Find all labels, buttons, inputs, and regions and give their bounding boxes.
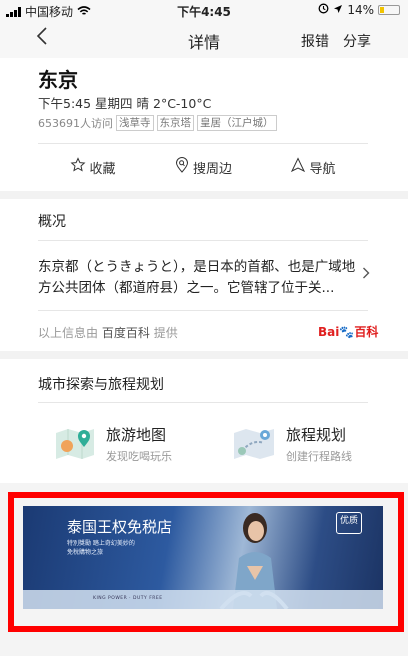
ad-headline: 泰国王权免税店 xyxy=(67,518,173,536)
section-gap xyxy=(0,191,408,199)
favorite-label: 收藏 xyxy=(89,161,116,177)
status-bar: 中国移动 下午4:45 14% xyxy=(0,0,408,20)
divider xyxy=(38,310,368,311)
place-tags: 653691人访问 浅草寺 东京塔 皇居（江户城） xyxy=(38,115,277,131)
tag-item[interactable]: 浅草寺 xyxy=(116,115,154,131)
travel-map-subtitle: 发现吃喝玩乐 xyxy=(106,450,172,463)
route-plan-subtitle: 创建行程路线 xyxy=(286,450,352,463)
overview-text[interactable]: 东京都（とうきょうと），是日本的首都、也是广域地方公共团体（都道府县）之一。它管… xyxy=(38,257,356,299)
weather-info: 下午5:45 星期四 晴 2°C-10°C xyxy=(38,96,212,111)
route-plan-entry[interactable]: 旅程规划 创建行程路线 xyxy=(230,421,352,467)
route-plan-icon xyxy=(230,421,278,467)
source-suffix: 提供 xyxy=(153,326,178,340)
divider xyxy=(38,240,368,241)
tag-item[interactable]: 东京塔 xyxy=(156,115,194,131)
location-search-icon xyxy=(174,157,190,177)
alarm-icon xyxy=(318,3,329,17)
logo-text-a: Bai xyxy=(318,325,340,339)
ad-quality-badge: 优质 xyxy=(336,512,362,534)
travel-map-entry[interactable]: 旅游地图 发现吃喝玩乐 xyxy=(52,421,172,467)
tag-item[interactable]: 皇居（江户城） xyxy=(197,115,277,131)
overview-title: 概况 xyxy=(38,214,66,230)
favorite-button[interactable]: 收藏 xyxy=(38,150,148,184)
ad-footer-text: KING POWER · DUTY FREE xyxy=(93,596,163,601)
source-note: 以上信息由 百度百科 提供 xyxy=(38,324,178,341)
travel-map-icon xyxy=(52,421,98,467)
share-button[interactable]: 分享 xyxy=(343,31,371,51)
divider xyxy=(38,402,368,403)
ad-subtitle-1: 特別獎勵 踏上奇幻美妙的 xyxy=(67,540,135,547)
explore-title: 城市探索与旅程规划 xyxy=(38,377,164,393)
source-name[interactable]: 百度百科 xyxy=(102,326,150,340)
travel-map-text: 旅游地图 发现吃喝玩乐 xyxy=(106,424,172,464)
status-right: 14% xyxy=(318,3,400,17)
source-prefix: 以上信息由 xyxy=(38,326,99,340)
search-nearby-label: 搜周边 xyxy=(192,161,232,177)
logo-text-b: 百科 xyxy=(354,325,379,339)
travel-map-title: 旅游地图 xyxy=(106,426,167,444)
navigate-icon xyxy=(290,157,306,177)
battery-icon xyxy=(378,5,400,15)
divider xyxy=(38,143,368,144)
route-plan-title: 旅程规划 xyxy=(286,426,347,444)
location-arrow-icon xyxy=(333,3,343,17)
ad-banner[interactable]: 泰国王权免税店 特別獎勵 踏上奇幻美妙的 免稅購物之旅 优质 KING POWE… xyxy=(23,506,383,609)
report-button[interactable]: 报错 xyxy=(301,31,329,51)
ad-subtitle-2: 免稅購物之旅 xyxy=(67,549,104,556)
section-gap xyxy=(0,351,408,359)
navigate-button[interactable]: 导航 xyxy=(258,150,368,184)
chevron-right-icon[interactable] xyxy=(362,264,370,283)
place-name: 东京 xyxy=(38,68,78,92)
search-nearby-button[interactable]: 搜周边 xyxy=(148,150,258,184)
navigate-label: 导航 xyxy=(309,161,336,177)
baidu-baike-logo: Bai🐾百科 xyxy=(318,325,379,339)
action-bar: 收藏 搜周边 导航 xyxy=(38,150,368,184)
route-plan-text: 旅程规划 创建行程路线 xyxy=(286,424,352,464)
battery-percent: 14% xyxy=(347,3,374,17)
star-icon xyxy=(70,157,86,177)
ad-bottom-strip xyxy=(23,590,383,609)
visit-count: 653691人访问 xyxy=(38,117,113,130)
nav-bar: 详情 报错 分享 xyxy=(0,20,408,58)
